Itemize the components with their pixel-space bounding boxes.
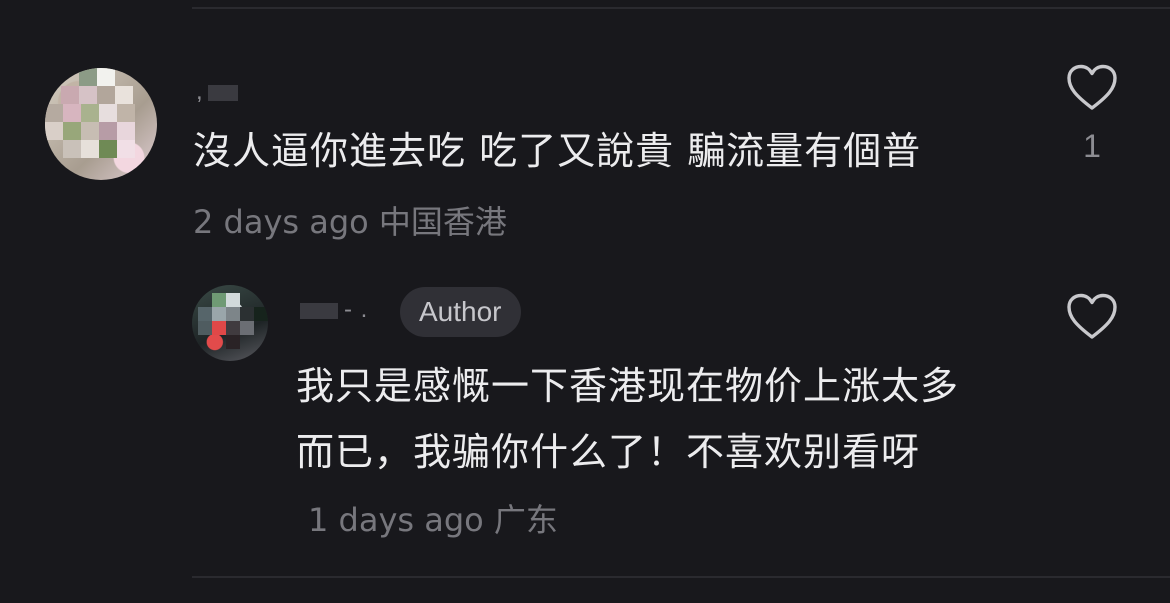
author-username[interactable]: - .	[300, 296, 368, 324]
reply-text-body: 我只是感慨一下香港现在物价上涨太多而已，我骗你什么了！不喜欢别看呀	[296, 364, 960, 474]
top-divider	[192, 7, 1170, 9]
comment-meta: 2 days ago 中国香港	[193, 197, 507, 243]
comment-location: 中国香港	[378, 203, 507, 241]
bottom-divider	[192, 576, 1170, 578]
author-badge: Author	[400, 287, 521, 337]
heart-icon[interactable]	[1066, 64, 1118, 112]
reply-time: 1 days ago	[308, 501, 484, 539]
comment-text: 沒人逼你進去吃 吃了又說貴 騙流量有個普	[193, 129, 922, 173]
reply-meta: 1 days ago 广东	[308, 501, 558, 539]
commenter-username[interactable]: ,	[196, 78, 238, 106]
heart-icon[interactable]	[1066, 293, 1118, 341]
reply-text: 我只是感慨一下香港现在物价上涨太多而已，我骗你什么了！不喜欢别看呀 1 days …	[296, 353, 996, 553]
reply-location: 广东	[493, 501, 558, 539]
comment-time: 2 days ago	[193, 203, 369, 241]
author-avatar[interactable]	[192, 285, 268, 361]
commenter-avatar[interactable]	[45, 68, 157, 180]
like-count: 1	[1083, 128, 1101, 164]
